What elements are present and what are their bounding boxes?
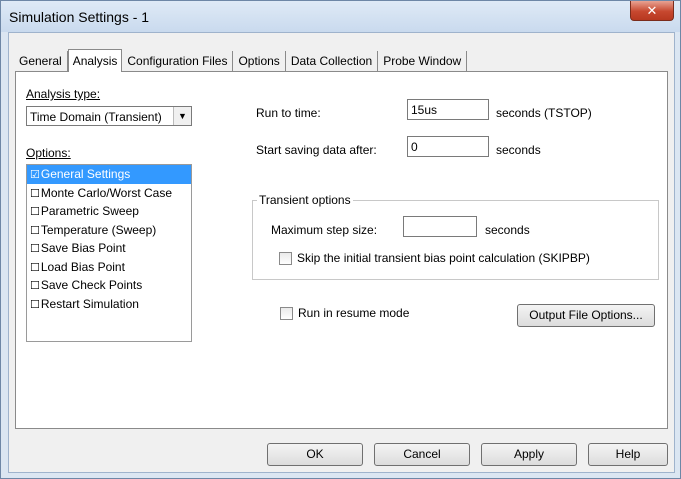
run-to-time-input[interactable] (407, 99, 489, 120)
analysis-panel: Analysis type: Time Domain (Transient) ▼… (15, 71, 668, 429)
checkbox-icon[interactable]: ☐ (30, 188, 40, 200)
options-list[interactable]: ☑General Settings ☐Monte Carlo/Worst Cas… (26, 164, 192, 342)
list-item-label: Load Bias Point (40, 259, 125, 274)
skip-bias-checkbox[interactable] (279, 252, 292, 265)
help-button[interactable]: Help (588, 443, 668, 466)
close-button[interactable]: ✕ (630, 1, 674, 21)
list-item-label: Restart Simulation (40, 296, 139, 311)
list-item[interactable]: ☐Monte Carlo/Worst Case (27, 184, 191, 203)
dialog-client-area: General Analysis Configuration Files Opt… (8, 32, 675, 473)
list-item[interactable]: ☑General Settings (27, 165, 191, 184)
list-item[interactable]: ☐Parametric Sweep (27, 202, 191, 221)
list-item-label: Save Bias Point (40, 241, 126, 255)
analysis-type-value: Time Domain (Transient) (30, 110, 162, 124)
skip-bias-label[interactable]: Skip the initial transient bias point ca… (297, 251, 590, 265)
tab-data-collection[interactable]: Data Collection (286, 51, 379, 71)
checkbox-icon[interactable]: ☐ (30, 206, 40, 218)
start-saving-unit: seconds (496, 143, 541, 157)
output-file-options-button[interactable]: Output File Options... (517, 304, 655, 327)
tab-options[interactable]: Options (233, 51, 286, 71)
ok-button[interactable]: OK (267, 443, 363, 466)
checkbox-icon[interactable]: ☐ (30, 225, 40, 237)
tab-probe-window[interactable]: Probe Window (378, 51, 468, 71)
title-bar[interactable]: Simulation Settings - 1 ✕ (1, 1, 680, 32)
list-item-label: Save Check Points (40, 278, 143, 292)
max-step-input[interactable] (403, 216, 477, 237)
checkbox-checked-icon[interactable]: ☑ (30, 169, 40, 181)
tab-general[interactable]: General (19, 51, 68, 71)
start-saving-input[interactable] (407, 136, 489, 157)
start-saving-label: Start saving data after: (256, 143, 377, 157)
list-item[interactable]: ☐Restart Simulation (27, 295, 191, 314)
checkbox-icon[interactable]: ☐ (30, 280, 40, 292)
run-to-time-label: Run to time: (256, 106, 321, 120)
chevron-down-icon[interactable]: ▼ (173, 107, 191, 125)
window-title: Simulation Settings - 1 (9, 9, 150, 25)
options-label: Options: (26, 146, 71, 160)
max-step-unit: seconds (485, 223, 530, 237)
list-item[interactable]: ☐Load Bias Point (27, 258, 191, 277)
checkbox-icon[interactable]: ☐ (30, 262, 40, 274)
resume-mode-label[interactable]: Run in resume mode (298, 306, 409, 320)
list-item-label: Monte Carlo/Worst Case (40, 185, 173, 200)
options-label-text: Options: (26, 146, 71, 160)
list-item[interactable]: ☐Save Bias Point (27, 239, 191, 258)
close-icon: ✕ (646, 3, 658, 18)
analysis-type-label: Analysis type: (26, 87, 100, 101)
cancel-button[interactable]: Cancel (374, 443, 470, 466)
analysis-type-select[interactable]: Time Domain (Transient) ▼ (26, 106, 192, 126)
analysis-type-hotkey: Analysis type: (26, 87, 101, 101)
transient-options-title: Transient options (257, 193, 353, 207)
tab-strip: General Analysis Configuration Files Opt… (19, 49, 468, 72)
list-item-label: Temperature (Sweep) (40, 222, 157, 237)
list-item[interactable]: ☐Temperature (Sweep) (27, 221, 191, 240)
list-item-label: General Settings (40, 167, 131, 181)
list-item[interactable]: ☐Save Check Points (27, 276, 191, 295)
resume-mode-checkbox[interactable] (280, 307, 293, 320)
max-step-label: Maximum step size: (271, 223, 378, 237)
run-to-time-unit: seconds (TSTOP) (496, 106, 592, 120)
transient-options-group: Transient options Maximum step size: sec… (252, 193, 659, 280)
checkbox-icon[interactable]: ☐ (30, 243, 40, 255)
apply-button[interactable]: Apply (481, 443, 577, 466)
simulation-settings-dialog: Simulation Settings - 1 ✕ General Analys… (0, 0, 681, 479)
tab-analysis[interactable]: Analysis (67, 49, 123, 72)
tab-configuration-files[interactable]: Configuration Files (122, 51, 234, 71)
list-item-label: Parametric Sweep (40, 204, 139, 218)
checkbox-icon[interactable]: ☐ (30, 299, 40, 311)
